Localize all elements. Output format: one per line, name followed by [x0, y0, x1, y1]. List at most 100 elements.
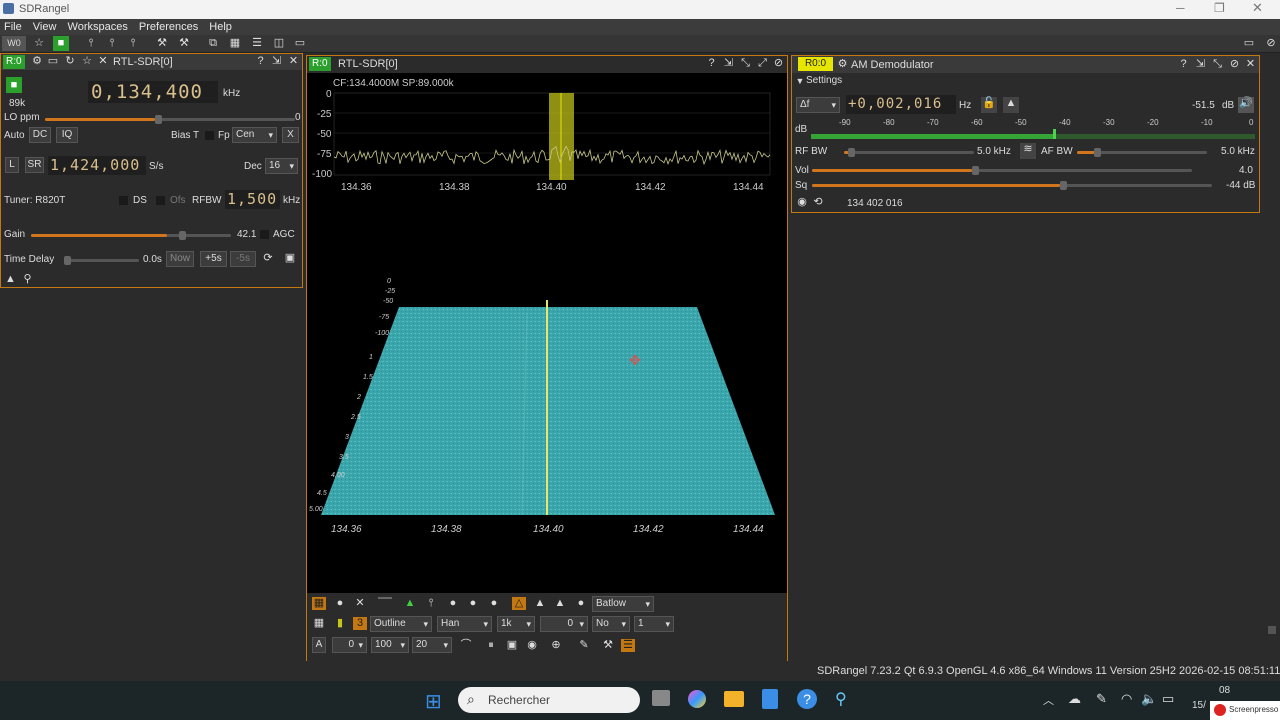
- avg-icon[interactable]: ●: [446, 597, 460, 610]
- menu-file[interactable]: File: [4, 21, 22, 33]
- start-stop-icon[interactable]: ■: [53, 36, 69, 51]
- add-tx-icon[interactable]: ⫯: [104, 36, 120, 51]
- hide-icon[interactable]: ⊘: [772, 57, 785, 70]
- menu-help[interactable]: Help: [209, 21, 232, 33]
- task-view-icon[interactable]: [652, 690, 670, 706]
- clear-icon[interactable]: ✕: [353, 597, 367, 610]
- sample-rate-dial[interactable]: 1,424,000: [48, 156, 146, 175]
- lo-ppm-slider[interactable]: [45, 115, 295, 124]
- ruler-icon[interactable]: ✎: [577, 639, 591, 652]
- vol-slider[interactable]: [812, 166, 1192, 175]
- marker2-icon[interactable]: ▲: [553, 597, 567, 610]
- palette-icon[interactable]: ●: [574, 597, 588, 610]
- copilot-icon[interactable]: [688, 690, 706, 708]
- hide-icon[interactable]: ⊘: [1263, 36, 1279, 51]
- colormap-select[interactable]: Batlow: [592, 596, 654, 612]
- af-bw-slider[interactable]: [1077, 148, 1207, 157]
- 3d-icon[interactable]: 3: [353, 617, 367, 630]
- sq-slider[interactable]: [812, 181, 1212, 190]
- stack-icon[interactable]: ☰: [249, 36, 265, 51]
- close-icon[interactable]: ✕: [1244, 58, 1257, 71]
- time-delay-slider[interactable]: [64, 256, 139, 265]
- reload-icon[interactable]: ↻: [63, 55, 77, 68]
- a-button[interactable]: A: [312, 637, 326, 653]
- freeze-icon[interactable]: ●: [333, 597, 347, 610]
- center-frequency-dial[interactable]: 0,134,400: [88, 81, 218, 103]
- volume-icon[interactable]: 🔈: [1141, 691, 1157, 707]
- loop-icon[interactable]: ⟲: [811, 196, 825, 209]
- cloud-icon[interactable]: ☁: [1068, 691, 1081, 707]
- crosshair-icon[interactable]: ⊕: [549, 639, 563, 652]
- fft-size-select[interactable]: 1k: [497, 616, 535, 632]
- avg-n-select[interactable]: 1: [634, 616, 674, 632]
- menu-icon[interactable]: ☰: [621, 639, 635, 652]
- wrench-icon[interactable]: ⚒: [601, 639, 615, 652]
- menu-workspaces[interactable]: Workspaces: [68, 21, 128, 33]
- collapse-icon[interactable]: ▼: [795, 75, 805, 88]
- peak-icon[interactable]: ▲: [403, 597, 417, 610]
- star-icon[interactable]: ☆: [31, 36, 47, 51]
- maximize-icon[interactable]: ❐: [1214, 1, 1225, 15]
- menu-view[interactable]: View: [33, 21, 57, 33]
- waterfall-grid-icon[interactable]: ▦: [312, 617, 326, 630]
- fp-select[interactable]: Cen: [232, 127, 277, 143]
- close-icon[interactable]: ✕: [1252, 0, 1263, 16]
- file-explorer-icon[interactable]: [724, 691, 744, 707]
- dc-button[interactable]: DC: [29, 127, 51, 143]
- menu-preferences[interactable]: Preferences: [139, 21, 198, 33]
- maximize-workspace-icon[interactable]: ▭: [292, 36, 308, 51]
- ofs-checkbox[interactable]: [156, 196, 165, 205]
- add-rx-icon[interactable]: ⫯: [83, 36, 99, 51]
- shrink-icon[interactable]: ⤡: [1211, 58, 1224, 71]
- add-feature-icon[interactable]: ⚒: [154, 36, 170, 51]
- pause-icon[interactable]: ⏸: [484, 639, 498, 652]
- marker-icon[interactable]: ▲: [533, 597, 547, 610]
- curve-icon[interactable]: ⌒: [459, 639, 473, 652]
- close-icon[interactable]: ✕: [287, 55, 300, 68]
- ds-checkbox[interactable]: [119, 196, 128, 205]
- pen-icon[interactable]: ✎: [1096, 691, 1107, 707]
- windows-start-icon[interactable]: ⊞: [425, 689, 442, 714]
- rfbw-dial[interactable]: 1,500: [225, 190, 280, 209]
- iq-button[interactable]: IQ: [56, 127, 78, 143]
- min-icon[interactable]: ●: [466, 597, 480, 610]
- triangle-up-icon[interactable]: ▲: [4, 273, 17, 286]
- search-box[interactable]: ⌕ Rechercher: [458, 687, 640, 713]
- lock-icon[interactable]: 🔓: [981, 97, 997, 113]
- offset-dial[interactable]: +0,002,016: [846, 95, 956, 114]
- scrollbar[interactable]: [1268, 626, 1276, 634]
- speaker-icon[interactable]: 🔊: [1238, 97, 1254, 113]
- filter-icon[interactable]: ≋: [1020, 143, 1036, 159]
- waterfall-icon[interactable]: ▮: [333, 617, 347, 630]
- max-hold-icon[interactable]: ⫯: [424, 597, 438, 610]
- bias-t-checkbox[interactable]: [205, 131, 214, 140]
- save-icon[interactable]: ▣: [283, 252, 297, 265]
- target-icon[interactable]: ◉: [795, 196, 809, 209]
- hide-icon[interactable]: ⊘: [1228, 58, 1241, 71]
- l-button[interactable]: L: [5, 157, 19, 173]
- wifi-icon[interactable]: ◠: [1121, 691, 1132, 707]
- gain-slider[interactable]: [31, 231, 231, 240]
- dec-select[interactable]: 16: [265, 158, 298, 174]
- spectrum-display[interactable]: 0 -25 -50 -75 -100 134.36 134.38 134.40 …: [307, 73, 787, 593]
- grid-icon[interactable]: ▦: [312, 597, 326, 610]
- move-icon[interactable]: ⇲: [722, 57, 735, 70]
- move-icon[interactable]: ⇲: [1194, 58, 1207, 71]
- delta-f-select[interactable]: Δf: [796, 97, 840, 113]
- fft-window-select[interactable]: Han: [437, 616, 492, 632]
- move-icon[interactable]: ⇲: [270, 55, 283, 68]
- help-icon[interactable]: ?: [705, 57, 718, 70]
- plus5s-button[interactable]: +5s: [200, 251, 227, 267]
- avg-mode-select[interactable]: No: [592, 616, 630, 632]
- antenna-icon[interactable]: ⚲: [21, 273, 34, 286]
- save-icon[interactable]: ▣: [505, 639, 519, 652]
- expand-icon[interactable]: ⤢: [756, 57, 769, 70]
- battery-icon[interactable]: ▭: [1162, 691, 1174, 707]
- notepad-icon[interactable]: [762, 689, 778, 709]
- spinbox-2[interactable]: 100: [371, 637, 409, 653]
- cascade-icon[interactable]: ⧉: [205, 36, 221, 51]
- feature-icon[interactable]: ⚒: [176, 36, 192, 51]
- help-icon[interactable]: ?: [254, 55, 267, 68]
- sdrangel-taskbar-icon[interactable]: ⚲: [835, 689, 847, 709]
- gear-icon[interactable]: ⚙: [836, 58, 849, 71]
